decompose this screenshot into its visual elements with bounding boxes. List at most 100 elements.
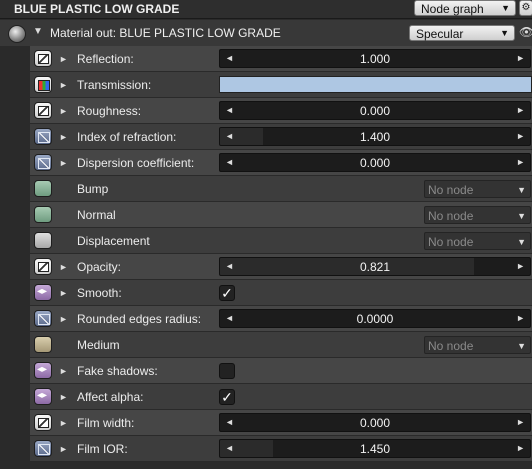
increment-arrow-icon[interactable]: ►: [516, 417, 525, 427]
view-select-label: Node graph: [421, 2, 484, 16]
node-select[interactable]: No node ▼: [424, 232, 531, 250]
pin-row: ► Smooth: ✓: [30, 280, 532, 306]
increment-arrow-icon[interactable]: ►: [516, 261, 525, 271]
pin-label: Roughness:: [77, 104, 142, 118]
material-out-label: Material out: BLUE PLASTIC LOW GRADE: [50, 26, 281, 40]
vector-pin-icon[interactable]: [34, 206, 52, 223]
value-slider[interactable]: ◄ 0.000 ►: [219, 101, 531, 120]
material-type-select[interactable]: Specular ▼: [409, 25, 515, 41]
pin-label: Transmission:: [77, 78, 152, 92]
expand-triangle-icon[interactable]: ►: [59, 132, 68, 142]
expand-triangle-icon[interactable]: ►: [59, 106, 68, 116]
material-type-label: Specular: [416, 27, 464, 41]
pin-row: ► Affect alpha: ✓: [30, 384, 532, 410]
pin-label: Displacement: [77, 234, 150, 248]
gear-icon[interactable]: ⚙: [519, 0, 532, 16]
expand-triangle-icon[interactable]: ►: [59, 288, 68, 298]
pin-label: Normal: [77, 208, 116, 222]
pin-row: Bump No node ▼: [30, 176, 532, 202]
pin-label: Rounded edges radius:: [77, 312, 202, 326]
slider-value: 0.000: [359, 156, 391, 170]
chevron-down-icon: ▼: [517, 185, 526, 195]
checkbox[interactable]: ✓: [219, 285, 235, 301]
pin-label: Affect alpha:: [77, 390, 144, 404]
increment-arrow-icon[interactable]: ►: [516, 313, 525, 323]
pin-label: Reflection:: [77, 52, 134, 66]
value-slider[interactable]: ◄ 0.0000 ►: [219, 309, 531, 328]
material-out-row: ▼ Material out: BLUE PLASTIC LOW GRADE S…: [0, 20, 532, 47]
expand-triangle-icon[interactable]: ►: [59, 418, 68, 428]
slider-value: 1.400: [359, 130, 391, 144]
checkbox[interactable]: ✓: [219, 389, 235, 405]
increment-arrow-icon[interactable]: ►: [516, 105, 525, 115]
window-title: BLUE PLASTIC LOW GRADE: [14, 2, 180, 16]
value-slider[interactable]: ◄ 0.821 ►: [219, 257, 531, 276]
texture-pin-icon[interactable]: [34, 414, 52, 431]
value-slider[interactable]: ◄ 0.000 ►: [219, 413, 531, 432]
slider-value: 0.000: [359, 416, 391, 430]
float-pin-icon[interactable]: [34, 154, 52, 171]
medium-pin-icon[interactable]: [34, 336, 52, 353]
pin-label: Fake shadows:: [77, 364, 158, 378]
node-select-label: No node: [428, 209, 474, 223]
view-select[interactable]: Node graph ▼: [414, 0, 516, 16]
increment-arrow-icon[interactable]: ►: [516, 53, 525, 63]
chevron-down-icon: ▼: [517, 237, 526, 247]
value-slider[interactable]: ◄ 1.450 ►: [219, 439, 531, 458]
pin-label: Film width:: [77, 416, 135, 430]
color-swatch[interactable]: [219, 76, 532, 93]
texture-pin-icon[interactable]: [34, 50, 52, 67]
value-slider[interactable]: ◄ 0.000 ►: [219, 153, 531, 172]
chevron-down-icon: ▼: [500, 28, 509, 38]
value-slider[interactable]: ◄ 1.400 ►: [219, 127, 531, 146]
float-pin-icon[interactable]: [34, 440, 52, 457]
pin-row: Displacement No node ▼: [30, 228, 532, 254]
vector-pin-icon[interactable]: [34, 180, 52, 197]
expand-triangle-icon[interactable]: ►: [59, 392, 68, 402]
node-select[interactable]: No node ▼: [424, 206, 531, 224]
pin-row: ► Roughness: ◄ 0.000 ►: [30, 98, 532, 124]
expand-triangle-icon[interactable]: ►: [59, 366, 68, 376]
float-pin-icon[interactable]: [34, 128, 52, 145]
pin-row: Normal No node ▼: [30, 202, 532, 228]
bool-pin-icon[interactable]: [34, 284, 52, 301]
expand-triangle-icon[interactable]: ►: [59, 444, 68, 454]
texture-pin-icon[interactable]: [34, 258, 52, 275]
displacement-pin-icon[interactable]: [34, 232, 52, 249]
left-gutter: [0, 46, 30, 469]
pin-label: Dispersion coefficient:: [77, 156, 195, 170]
pin-row: ► Opacity: ◄ 0.821 ►: [30, 254, 532, 280]
chevron-down-icon: ▼: [517, 341, 526, 351]
increment-arrow-icon[interactable]: ►: [516, 131, 525, 141]
expand-triangle-icon[interactable]: ►: [59, 80, 68, 90]
node-select[interactable]: No node ▼: [424, 336, 531, 354]
expand-triangle-icon[interactable]: ►: [59, 262, 68, 272]
increment-arrow-icon[interactable]: ►: [516, 157, 525, 167]
pin-row: ► Rounded edges radius: ◄ 0.0000 ►: [30, 306, 532, 332]
increment-arrow-icon[interactable]: ►: [516, 443, 525, 453]
rgb-pin-icon[interactable]: [34, 76, 52, 93]
value-slider[interactable]: ◄ 1.000 ►: [219, 49, 531, 68]
expand-triangle-icon[interactable]: ►: [59, 54, 68, 64]
expand-triangle-icon[interactable]: ►: [59, 314, 68, 324]
slider-value: 0.0000: [356, 312, 394, 326]
eye-icon[interactable]: 👁: [519, 25, 532, 39]
material-sphere-icon[interactable]: [8, 25, 26, 43]
slider-value: 1.000: [359, 52, 391, 66]
node-select[interactable]: No node ▼: [424, 180, 531, 198]
bool-pin-icon[interactable]: [34, 362, 52, 379]
pin-row: ► Reflection: ◄ 1.000 ►: [30, 46, 532, 72]
collapse-triangle-icon[interactable]: ▼: [33, 26, 43, 37]
float-pin-icon[interactable]: [34, 310, 52, 327]
expand-triangle-icon[interactable]: ►: [59, 158, 68, 168]
bool-pin-icon[interactable]: [34, 388, 52, 405]
pin-label: Index of refraction:: [77, 130, 177, 144]
slider-value: 1.450: [359, 442, 391, 456]
pin-row: ► Film width: ◄ 0.000 ►: [30, 410, 532, 436]
node-select-label: No node: [428, 235, 474, 249]
pin-label: Opacity:: [77, 260, 122, 274]
pin-row: ► Index of refraction: ◄ 1.400 ►: [30, 124, 532, 150]
checkbox[interactable]: [219, 363, 235, 379]
pin-row: ► Film IOR: ◄ 1.450 ►: [30, 436, 532, 462]
texture-pin-icon[interactable]: [34, 102, 52, 119]
